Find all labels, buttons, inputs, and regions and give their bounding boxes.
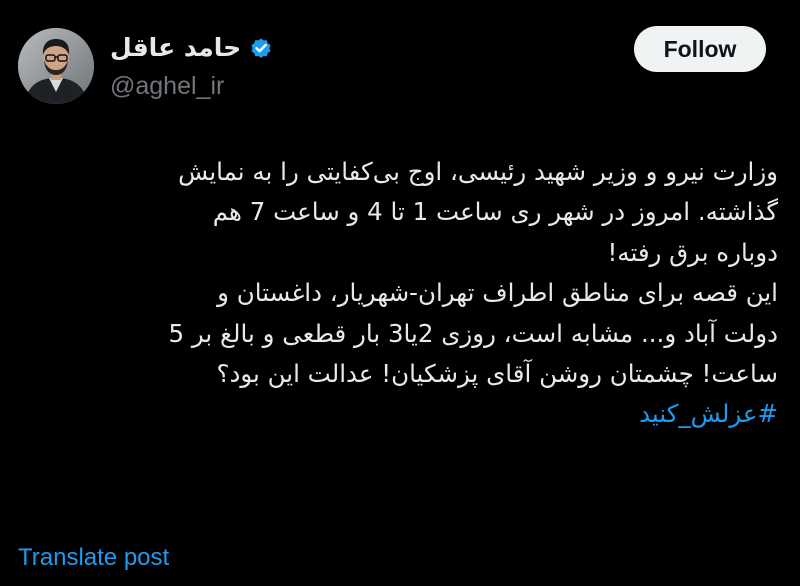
tweet: حامد عاقل @aghel_ir Follow وزارت نیرو و … — [0, 0, 800, 586]
translate-post-link[interactable]: Translate post — [18, 540, 169, 576]
avatar[interactable] — [18, 28, 94, 104]
verified-badge-icon — [249, 36, 273, 60]
tweet-text-line: وزارت نیرو و وزیر شهید رئیسی، اوج بی‌کفا… — [178, 157, 778, 186]
tweet-text: وزارت نیرو و وزیر شهید رئیسی، اوج بی‌کفا… — [8, 152, 779, 435]
tweet-text-line: این قصه برای مناطق اطراف تهران-شهریار، د… — [217, 278, 778, 308]
tweet-text-line: دوباره برق رفته! — [607, 237, 778, 267]
tweet-text-line: دولت آباد و... مشابه است، روزی 2یا3 بار … — [168, 318, 779, 348]
tweet-text-line: گذاشته. امروز در شهر ری ساعت 1 تا 4 و سا… — [212, 197, 778, 227]
tweet-text-line: ساعت! چشمتان روشن آقای پزشکیان! عدالت ای… — [216, 359, 778, 389]
follow-button[interactable]: Follow — [634, 26, 766, 72]
author-handle[interactable]: @aghel_ir — [110, 70, 224, 102]
hashtag-link[interactable]: #عزلش_کنید — [639, 399, 778, 428]
author-display-name[interactable]: حامد عاقل — [110, 30, 241, 66]
tweet-header: حامد عاقل @aghel_ir Follow — [18, 26, 782, 106]
author-name-row: حامد عاقل — [110, 30, 273, 66]
avatar-photo-icon — [18, 28, 94, 104]
